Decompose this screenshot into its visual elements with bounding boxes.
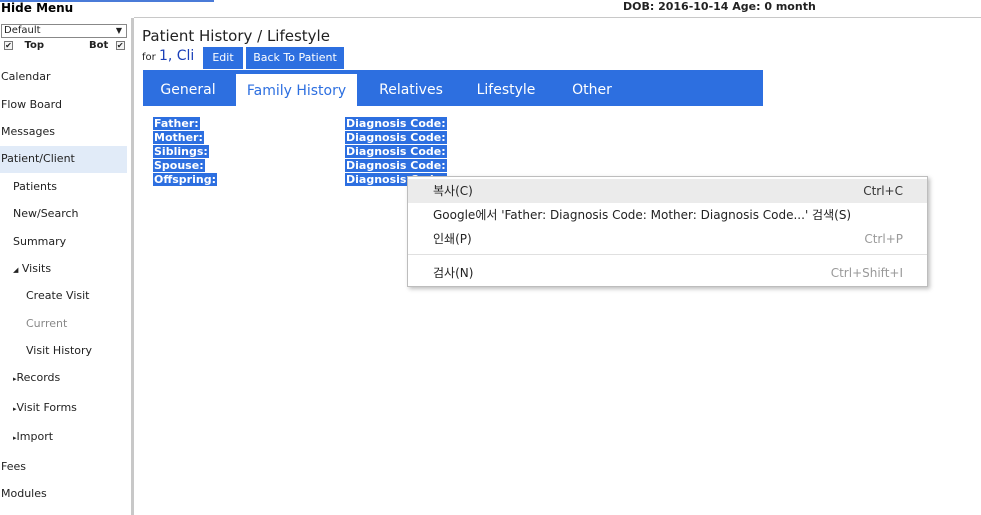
context-menu-google-search[interactable]: Google에서 'Father: Diagnosis Code: Mother… xyxy=(408,203,927,227)
sidebar-item-summary[interactable]: Summary xyxy=(13,235,66,248)
relation-label: Siblings: xyxy=(153,145,209,158)
context-menu-separator xyxy=(408,254,927,255)
patient-for-line: for 1, Cli xyxy=(142,48,194,64)
inspect-label: 검사(N) xyxy=(433,266,474,280)
relation-label: Spouse: xyxy=(153,159,205,172)
bot-checkbox[interactable]: ✔ xyxy=(115,40,125,50)
sidebar-item-current[interactable]: Current xyxy=(26,317,67,330)
sidebar-item-visits-label: Visits xyxy=(21,262,52,275)
sidebar-item-records-label: Records xyxy=(16,371,61,384)
relation-label: Father: xyxy=(153,117,200,130)
tab-relatives[interactable]: Relatives xyxy=(366,70,456,106)
tab-lifestyle[interactable]: Lifestyle xyxy=(465,70,547,106)
sidebar-item-patients[interactable]: Patients xyxy=(13,180,57,193)
menu-select[interactable]: Default ▼ xyxy=(1,24,127,38)
sidebar-item-flow-board[interactable]: Flow Board xyxy=(1,98,62,111)
diagnosis-code-label: Diagnosis Code: xyxy=(345,131,447,144)
sidebar: Default ▼ ✔ Top Bot ✔ Calendar Flow Boar… xyxy=(0,18,132,515)
sidebar-resize-handle[interactable] xyxy=(131,18,134,515)
google-search-label: Google에서 'Father: Diagnosis Code: Mother… xyxy=(433,208,852,222)
sidebar-item-import[interactable]: ▸Import xyxy=(13,430,53,443)
copy-shortcut: Ctrl+C xyxy=(863,184,903,198)
back-to-patient-button[interactable]: Back To Patient xyxy=(246,47,344,69)
inspect-shortcut: Ctrl+Shift+I xyxy=(830,266,903,280)
sidebar-item-patient-client[interactable]: Patient/Client xyxy=(1,152,75,165)
patient-name-link[interactable]: 1, Cli xyxy=(159,48,194,64)
bot-checkbox-row: Bot ✔ xyxy=(89,40,125,51)
sidebar-item-calendar[interactable]: Calendar xyxy=(1,70,50,83)
diagnosis-code-label: Diagnosis Code: xyxy=(345,117,447,130)
frame-divider xyxy=(134,17,981,18)
context-menu-copy[interactable]: 복사(C) Ctrl+C xyxy=(408,179,927,203)
diagnosis-code-label: Diagnosis Code: xyxy=(345,159,447,172)
patient-dob-age: DOB: 2016-10-14 Age: 0 month xyxy=(623,0,816,13)
for-prefix: for xyxy=(142,52,156,63)
top-checkbox-label: Top xyxy=(24,40,45,51)
tab-general[interactable]: General xyxy=(147,70,229,106)
context-menu-inspect[interactable]: 검사(N) Ctrl+Shift+I xyxy=(408,261,927,285)
sidebar-item-import-label: Import xyxy=(16,430,54,443)
edit-button[interactable]: Edit xyxy=(203,47,243,69)
context-menu: 복사(C) Ctrl+C Google에서 'Father: Diagnosis… xyxy=(407,176,928,287)
sidebar-item-records[interactable]: ▸Records xyxy=(13,371,60,384)
hide-menu-link[interactable]: Hide Menu xyxy=(1,1,73,15)
sidebar-item-visit-forms[interactable]: ▸Visit Forms xyxy=(13,401,77,414)
sidebar-item-create-visit[interactable]: Create Visit xyxy=(26,289,90,302)
sidebar-item-new-search[interactable]: New/Search xyxy=(13,207,79,220)
menu-select-value: Default xyxy=(4,25,41,36)
sidebar-item-visits[interactable]: ◢ Visits xyxy=(13,262,51,275)
page-title: Patient History / Lifestyle xyxy=(142,27,330,45)
history-tabs: General Family History Relatives Lifesty… xyxy=(143,70,763,106)
sidebar-item-messages[interactable]: Messages xyxy=(1,125,55,138)
relation-label: Mother: xyxy=(153,131,204,144)
relation-label: Offspring: xyxy=(153,173,217,186)
tab-family-history[interactable]: Family History xyxy=(236,74,357,106)
tab-other[interactable]: Other xyxy=(557,70,627,106)
top-bar: Hide Menu DOB: 2016-10-14 Age: 0 month xyxy=(0,0,981,17)
bot-checkbox-label: Bot xyxy=(89,40,109,51)
sidebar-item-fees[interactable]: Fees xyxy=(1,460,26,473)
top-checkbox[interactable]: ✔ xyxy=(4,40,13,50)
print-label: 인쇄(P) xyxy=(433,232,472,246)
chevron-down-icon: ▼ xyxy=(115,26,122,35)
top-checkbox-row: ✔ Top xyxy=(4,40,44,51)
context-menu-print[interactable]: 인쇄(P) Ctrl+P xyxy=(408,227,927,251)
sidebar-item-modules[interactable]: Modules xyxy=(1,487,47,500)
expand-triangle-icon: ◢ xyxy=(13,266,19,274)
sidebar-item-visit-forms-label: Visit Forms xyxy=(16,401,77,414)
sidebar-item-visit-history[interactable]: Visit History xyxy=(26,344,92,357)
diagnosis-code-label: Diagnosis Code: xyxy=(345,145,447,158)
copy-label: 복사(C) xyxy=(433,184,473,198)
print-shortcut: Ctrl+P xyxy=(864,232,903,246)
